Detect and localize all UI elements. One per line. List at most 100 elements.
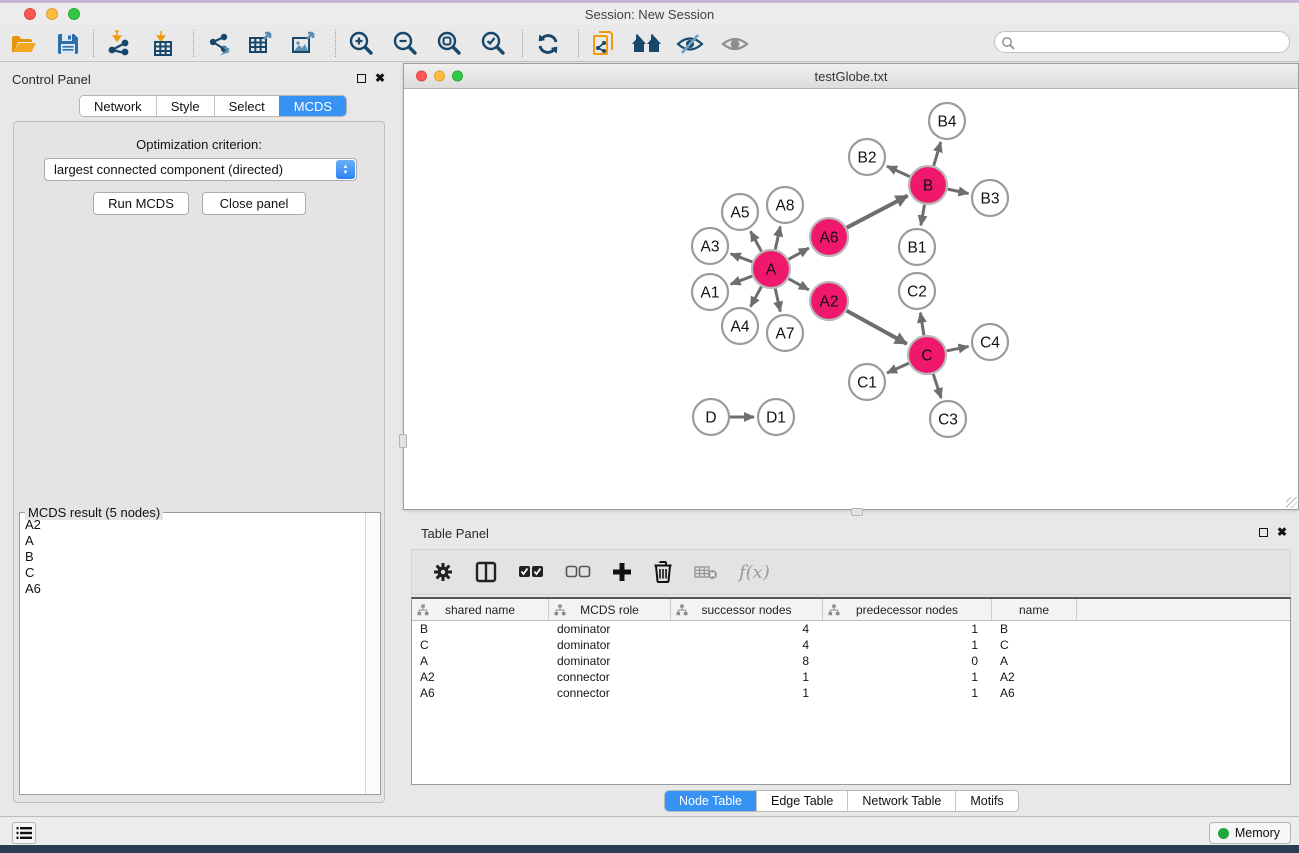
import-network-icon[interactable] (101, 28, 137, 60)
refresh-icon[interactable] (530, 28, 566, 60)
table-row[interactable]: A2connector11A2 (412, 669, 1290, 685)
table-cell[interactable]: 1 (823, 686, 992, 700)
export-image-icon[interactable] (286, 28, 322, 60)
close-panel-button[interactable]: Close panel (202, 192, 306, 215)
tab-network[interactable]: Network (80, 96, 156, 116)
network-minimize-button[interactable] (434, 71, 445, 82)
network-close-button[interactable] (416, 71, 427, 82)
tab-style[interactable]: Style (156, 96, 214, 116)
trash-icon[interactable] (653, 561, 673, 583)
table-cell[interactable]: A2 (992, 670, 1077, 684)
mcds-result-item[interactable]: A6 (20, 581, 365, 597)
graph-edge-C-C1[interactable] (887, 363, 909, 373)
checked-boxes-icon[interactable] (518, 565, 544, 579)
float-panel-icon[interactable] (357, 74, 366, 83)
column-header-MCDS-role[interactable]: MCDS role (549, 599, 671, 620)
graph-edge-A-A2[interactable] (789, 279, 809, 290)
window-resize-grip[interactable] (1286, 497, 1297, 508)
mcds-result-item[interactable]: C (20, 565, 365, 581)
duplicate-network-icon[interactable] (587, 28, 623, 60)
column-header-name[interactable]: name (992, 599, 1077, 620)
column-header-shared-name[interactable]: shared name (412, 599, 549, 620)
table-cell[interactable]: dominator (549, 654, 671, 668)
run-mcds-button[interactable]: Run MCDS (93, 192, 189, 215)
close-panel-icon[interactable]: ✖ (375, 73, 385, 83)
tab-network-table[interactable]: Network Table (847, 791, 955, 811)
search-input[interactable] (1019, 33, 1281, 51)
task-history-button[interactable] (12, 822, 36, 844)
column-header-predecessor-nodes[interactable]: predecessor nodes (823, 599, 992, 620)
graph-edge-A-A5[interactable] (751, 231, 762, 251)
split-column-icon[interactable] (475, 561, 497, 583)
tab-node-table[interactable]: Node Table (665, 791, 756, 811)
table-row[interactable]: A6connector11A6 (412, 685, 1290, 701)
network-zoom-button[interactable] (452, 71, 463, 82)
table-cell[interactable]: A2 (412, 670, 549, 684)
minimize-window-button[interactable] (46, 8, 58, 20)
mcds-list-scrollbar[interactable] (365, 513, 380, 794)
save-icon[interactable] (50, 28, 86, 60)
table-cell[interactable]: 1 (823, 638, 992, 652)
graph-edge-A-A6[interactable] (789, 248, 809, 259)
zoom-window-button[interactable] (68, 8, 80, 20)
eye-icon[interactable] (717, 28, 753, 60)
table-cell[interactable]: C (412, 638, 549, 652)
table-cell[interactable]: 1 (823, 622, 992, 636)
graph-edge-A-A4[interactable] (751, 287, 762, 307)
zoom-out-icon[interactable] (387, 28, 423, 60)
tab-edge-table[interactable]: Edge Table (756, 791, 847, 811)
graph-edge-A-A8[interactable] (775, 226, 780, 249)
table-cell[interactable]: 4 (671, 622, 823, 636)
graph-edge-B-B4[interactable] (934, 142, 941, 166)
graph-edge-C-C4[interactable] (947, 346, 969, 351)
network-window-titlebar[interactable]: testGlobe.txt (404, 64, 1298, 89)
tab-motifs[interactable]: Motifs (955, 791, 1017, 811)
table-cell[interactable]: A6 (412, 686, 549, 700)
table-cell[interactable]: B (992, 622, 1077, 636)
table-cell[interactable]: C (992, 638, 1077, 652)
zoom-in-icon[interactable] (343, 28, 379, 60)
table-cell[interactable]: 1 (671, 670, 823, 684)
mcds-result-item[interactable]: B (20, 549, 365, 565)
unchecked-boxes-icon[interactable] (565, 565, 591, 579)
houses-icon[interactable] (629, 28, 665, 60)
table-row[interactable]: Adominator80A (412, 653, 1290, 669)
export-table-icon[interactable] (243, 28, 279, 60)
graph-edge-B-B3[interactable] (948, 189, 969, 193)
mcds-result-item[interactable]: A (20, 533, 365, 549)
table-cell[interactable]: dominator (549, 622, 671, 636)
gear-icon[interactable] (432, 561, 454, 583)
mcds-result-item[interactable]: A2 (20, 517, 365, 533)
eye-slash-icon[interactable] (672, 28, 708, 60)
table-cell[interactable]: 8 (671, 654, 823, 668)
float-panel-icon[interactable] (1259, 528, 1268, 537)
graph-edge-A-A7[interactable] (775, 289, 780, 312)
tab-select[interactable]: Select (214, 96, 279, 116)
table-cell[interactable]: A (412, 654, 549, 668)
panel-divider-handle[interactable] (851, 508, 863, 516)
graph-edge-A2-C[interactable] (847, 311, 907, 344)
network-canvas[interactable]: B4B2BB3A5A8A6B1A3AA1C2A2A4A7C1CC4C3DD1 (404, 89, 1298, 509)
table-cell[interactable]: dominator (549, 638, 671, 652)
plus-icon[interactable] (612, 562, 632, 582)
graph-edge-B-B1[interactable] (921, 205, 925, 226)
criterion-dropdown[interactable]: largest connected component (directed) ▲… (44, 158, 357, 181)
tab-mcds[interactable]: MCDS (279, 96, 346, 116)
table-cell[interactable]: A (992, 654, 1077, 668)
memory-button[interactable]: Memory (1209, 822, 1291, 844)
table-row[interactable]: Bdominator41B (412, 621, 1290, 637)
table-cell[interactable]: 1 (671, 686, 823, 700)
table-cell[interactable]: 1 (823, 670, 992, 684)
zoom-fit-icon[interactable] (431, 28, 467, 60)
search-box[interactable] (994, 31, 1290, 53)
table-cell[interactable]: connector (549, 686, 671, 700)
graph-edge-A-A1[interactable] (731, 276, 753, 284)
zoom-selected-icon[interactable] (475, 28, 511, 60)
graph-edge-A6-B[interactable] (847, 196, 908, 228)
close-panel-icon[interactable]: ✖ (1277, 527, 1287, 537)
import-table-icon[interactable] (145, 28, 181, 60)
panel-divider-handle[interactable] (399, 434, 407, 448)
export-network-icon[interactable] (201, 28, 237, 60)
table-cell[interactable]: B (412, 622, 549, 636)
graph-edge-C-C2[interactable] (920, 313, 924, 336)
